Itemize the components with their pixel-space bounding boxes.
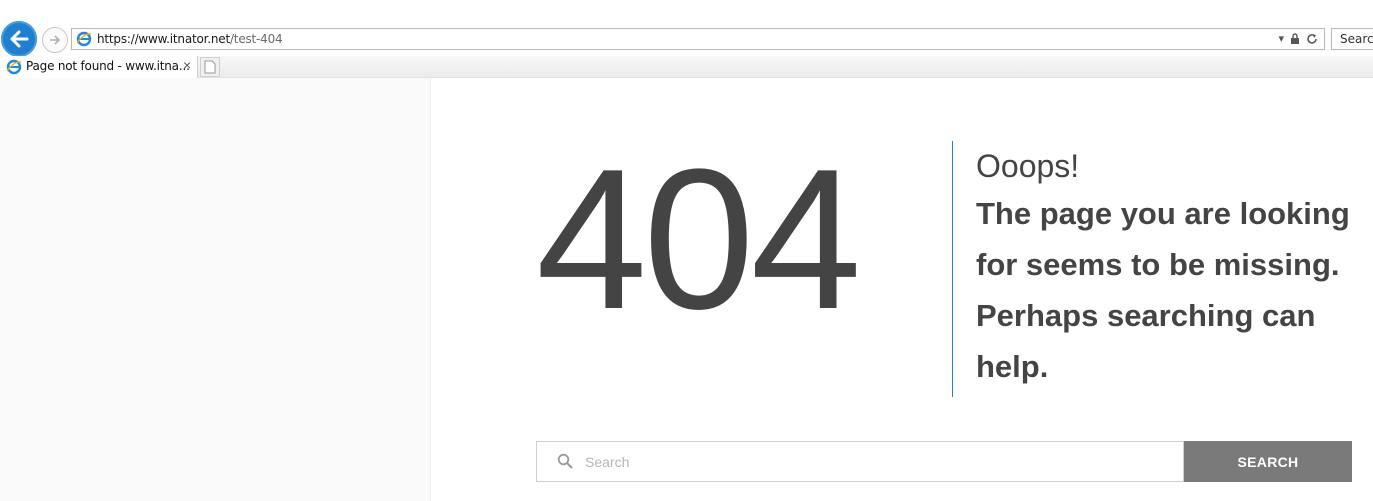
tab-bar: Page not found - www.itna... ×	[0, 56, 1373, 78]
error-description: The page you are looking for seems to be…	[976, 196, 1350, 384]
back-button[interactable]	[1, 21, 37, 57]
ie-logo-icon	[76, 31, 92, 47]
arrow-left-icon	[10, 30, 29, 48]
tab-title: Page not found - www.itna...	[26, 59, 190, 73]
error-code: 404	[536, 128, 862, 351]
side-panel	[0, 78, 431, 501]
new-tab-icon	[204, 60, 216, 74]
search-field[interactable]	[536, 441, 1184, 482]
ie-logo-icon	[6, 59, 22, 75]
search-input[interactable]	[585, 442, 1165, 481]
url-path: /test-404	[229, 32, 283, 46]
error-message-block: Ooops! The page you are looking for seem…	[976, 144, 1373, 392]
search-form: SEARCH	[536, 441, 1352, 482]
dropdown-icon[interactable]: ▾	[1278, 32, 1284, 45]
lock-icon[interactable]	[1290, 33, 1300, 44]
error-headline: Ooops!	[976, 148, 1080, 184]
tab-active[interactable]: Page not found - www.itna... ×	[0, 56, 198, 78]
error-page: 404 Ooops! The page you are looking for …	[431, 78, 1373, 501]
search-icon	[557, 453, 573, 469]
address-tools: ▾	[1278, 32, 1318, 45]
address-bar[interactable]: https://www.itnator.net/test-404 ▾	[71, 28, 1325, 50]
url-text[interactable]: https://www.itnator.net/test-404	[97, 32, 283, 46]
forward-button[interactable]	[42, 27, 68, 53]
address-row: https://www.itnator.net/test-404 ▾ Searc…	[0, 0, 1373, 57]
refresh-icon[interactable]	[1306, 33, 1318, 45]
url-host: https://www.itnator.net	[97, 32, 230, 46]
new-tab-button[interactable]	[200, 57, 220, 77]
search-button[interactable]: SEARCH	[1184, 441, 1352, 482]
arrow-right-icon	[50, 35, 61, 45]
divider	[952, 141, 953, 397]
browser-search-box[interactable]: Search	[1331, 28, 1373, 50]
close-icon[interactable]: ×	[183, 57, 191, 73]
